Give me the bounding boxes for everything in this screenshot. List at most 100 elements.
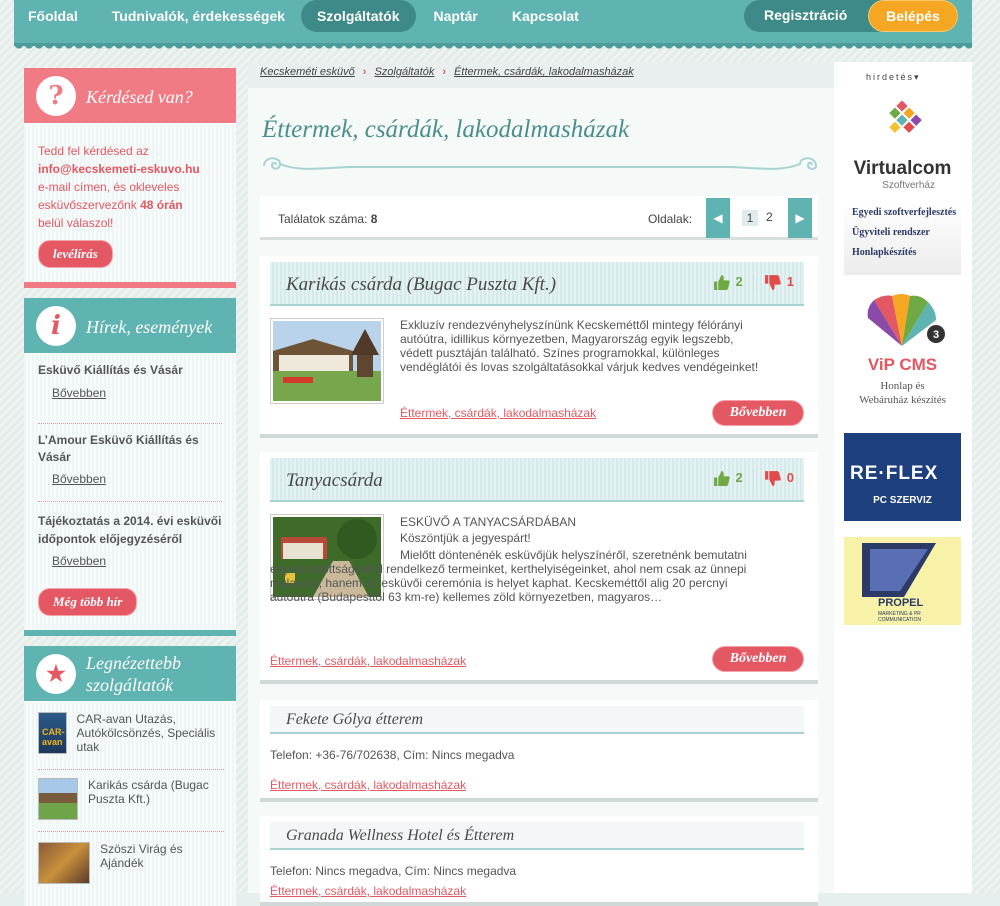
- breadcrumb-current[interactable]: Éttermek, csárdák, lakodalmasházak: [454, 66, 634, 78]
- listing-name[interactable]: Karikás csárda (Bugac Puszta Kft.): [286, 274, 556, 296]
- ads-label-text: hirdetés: [866, 72, 915, 82]
- dislikes[interactable]: 1: [752, 274, 794, 292]
- virtualcom-name: Virtualcom: [853, 158, 952, 179]
- news-item-title[interactable]: Esküvő Kiállítás és Vásár: [38, 362, 222, 378]
- prev-page-button[interactable]: ◀: [706, 198, 730, 238]
- listing-category-link[interactable]: Éttermek, csárdák, lakodalmasházak: [270, 884, 466, 898]
- thumbs-down-icon: [764, 471, 781, 486]
- ad-vip-cms[interactable]: 3 ViP CMS Honlap és Webáruház készítés: [844, 290, 961, 416]
- thumbs-down-icon: [764, 275, 781, 290]
- vip-name: ViP CMS: [867, 355, 938, 374]
- news-header: i Hírek, események: [24, 298, 236, 354]
- listing-description: Exkluzív rendezvényhelyszínünk Kecskemét…: [400, 318, 759, 374]
- question-email[interactable]: info@kecskemeti-eskuvo.hu: [38, 162, 200, 176]
- listing-contact: Telefon: +36-76/702638, Cím: Nincs megad…: [270, 748, 515, 762]
- popular-item-label: Szöszi Virág és Ajándék: [100, 842, 183, 870]
- main-nav: Főoldal Tudnivalók, érdekességek Szolgál…: [14, 0, 613, 32]
- dislikes-count: 1: [786, 274, 794, 289]
- likes[interactable]: 2: [713, 470, 743, 487]
- main-content: Kecskeméti esküvő › Szolgáltatók › Éttermek,…: [248, 62, 834, 906]
- news-more-link[interactable]: Bővebben: [38, 548, 222, 568]
- listing-more-button[interactable]: Bővebben: [712, 400, 804, 426]
- next-page-button[interactable]: ▶: [788, 198, 812, 238]
- listing-header: Karikás csárda (Bugac Puszta Kft.) 2 1: [270, 262, 804, 306]
- news-item: L’Amour Esküvő Kiállítás és Vásár Bővebb…: [38, 424, 222, 502]
- breadcrumb-services[interactable]: Szolgáltatók: [374, 66, 434, 78]
- vip-tagline: Honlap és Webáruház készítés: [844, 375, 961, 407]
- nav-home[interactable]: Főoldal: [28, 8, 78, 24]
- thumbs-up-icon: [713, 471, 730, 486]
- listing-category-link[interactable]: Éttermek, csárdák, lakodalmasházak: [270, 778, 466, 792]
- question-text: Tedd fel kérdésed az info@kecskemeti-esk…: [24, 124, 224, 232]
- register-link[interactable]: Regisztráció: [764, 7, 847, 23]
- propel-logo-icon: [862, 543, 936, 597]
- virtualcom-line: Egyedi szoftverfejlesztés: [852, 207, 957, 218]
- breadcrumb: Kecskeméti esküvő › Szolgáltatók › Éttermek,…: [248, 62, 834, 88]
- results-number: 8: [370, 212, 378, 226]
- popular-item[interactable]: CAR-avan CAR-avan Utazás, Autókölcsönzés…: [38, 712, 224, 770]
- question-header: ? Kérdésed van?: [24, 68, 236, 124]
- write-letter-button[interactable]: levélírás: [38, 240, 113, 268]
- news-item-title[interactable]: L’Amour Esküvő Kiállítás és Vásár: [38, 432, 222, 466]
- csarda-photo: [273, 321, 381, 401]
- breadcrumb-separator: ›: [362, 66, 367, 78]
- listing-header: Granada Wellness Hotel és Étterem: [270, 822, 804, 850]
- nav-calendar[interactable]: Naptár: [434, 8, 478, 24]
- news-item-title[interactable]: Tájékoztatás a 2014. évi esküvői időpont…: [38, 512, 222, 548]
- listing-header: Fekete Gólya étterem: [270, 706, 804, 734]
- news-more-link[interactable]: Bővebben: [38, 378, 222, 400]
- vip-fan-icon: 3: [867, 294, 945, 346]
- more-news-button[interactable]: Még több hír: [38, 588, 138, 616]
- virtualcom-sub: Szoftverház: [882, 180, 935, 191]
- propel-sub: MARKETING & PR COMMUNICATION: [878, 611, 921, 623]
- popular-item-label: Karikás csárda (Bugac Puszta Kft.): [88, 778, 209, 806]
- login-button[interactable]: Belépés: [868, 0, 958, 32]
- ad-reflex[interactable]: RE·FLEX PC SZERVIZ: [844, 433, 961, 521]
- listing-category-link[interactable]: Éttermek, csárdák, lakodalmasházak: [400, 406, 596, 420]
- popular-item[interactable]: Szöszi Virág és Ajándék: [38, 832, 224, 884]
- ad-propel[interactable]: PROPEL MARKETING & PR COMMUNICATION: [844, 537, 961, 625]
- ads-label: hirdetés▾: [866, 72, 921, 82]
- listing-heading: ESKÜVŐ A TANYACSÁRDÁBAN: [400, 515, 577, 529]
- rating: 2 1: [713, 274, 794, 292]
- likes[interactable]: 2: [713, 274, 743, 291]
- likes-count: 2: [735, 274, 743, 289]
- page-1[interactable]: 1: [742, 210, 758, 226]
- vip-line-1: Honlap és: [880, 380, 925, 392]
- popular-box: ★ Legnézettebb szolgáltatók CAR-avan CAR-…: [24, 646, 236, 906]
- reflex-sub: PC SZERVIZ: [873, 495, 932, 506]
- ad-virtualcom[interactable]: Virtualcom Szoftverház Egyedi szoftverfe…: [844, 93, 961, 275]
- popular-list: CAR-avan CAR-avan Utazás, Autókölcsönzés…: [38, 712, 224, 884]
- virtualcom-line: Ügyviteli rendszer: [852, 227, 930, 238]
- news-title: Hírek, események: [86, 317, 213, 337]
- popular-title: Legnézettebb szolgáltatók: [86, 652, 181, 696]
- listing-card: Karikás csárda (Bugac Puszta Kft.) 2 1 E…: [260, 256, 818, 438]
- virtualcom-line: Honlapkészítés: [852, 247, 917, 258]
- listing-header: Tanyacsárda 2 0: [270, 458, 804, 502]
- nav-services[interactable]: Szolgáltatók: [301, 0, 416, 32]
- listing-description: Mielőtt döntenénék esküvőjük helyszínérő…: [270, 548, 747, 604]
- nav-contact[interactable]: Kapcsolat: [512, 8, 579, 24]
- breadcrumb-home[interactable]: Kecskeméti esküvő: [260, 66, 355, 78]
- news-list: Esküvő Kiállítás és Vásár Bővebben L’Amo…: [38, 362, 222, 568]
- listing-name[interactable]: Fekete Gólya étterem: [286, 711, 423, 729]
- news-box: i Hírek, események Esküvő Kiállítás és V…: [24, 298, 236, 636]
- listing-name[interactable]: Tanyacsárda: [286, 470, 383, 492]
- listing-photo[interactable]: [270, 318, 384, 404]
- breadcrumb-separator: ›: [442, 66, 447, 78]
- news-more-link[interactable]: Bővebben: [38, 466, 222, 486]
- dislikes-count: 0: [786, 470, 794, 485]
- listing-more-button[interactable]: Bővebben: [712, 646, 804, 672]
- page-2[interactable]: 2: [766, 210, 773, 224]
- results-label: Találatok száma:: [278, 212, 368, 226]
- pages-label: Oldalak:: [648, 212, 693, 226]
- virtualcom-services: Egyedi szoftverfejlesztés Ügyviteli rend…: [844, 191, 961, 263]
- listing-name[interactable]: Granada Wellness Hotel és Étterem: [286, 827, 514, 845]
- popular-item[interactable]: Karikás csárda (Bugac Puszta Kft.): [38, 770, 224, 832]
- dislikes[interactable]: 0: [752, 470, 794, 488]
- rating: 2 0: [713, 470, 794, 488]
- nav-info[interactable]: Tudnivalók, érdekességek: [112, 8, 285, 24]
- listing-category-link[interactable]: Éttermek, csárdák, lakodalmasházak: [270, 654, 466, 668]
- virtualcom-logo-icon: [889, 100, 922, 133]
- thumbs-up-icon: [713, 275, 730, 290]
